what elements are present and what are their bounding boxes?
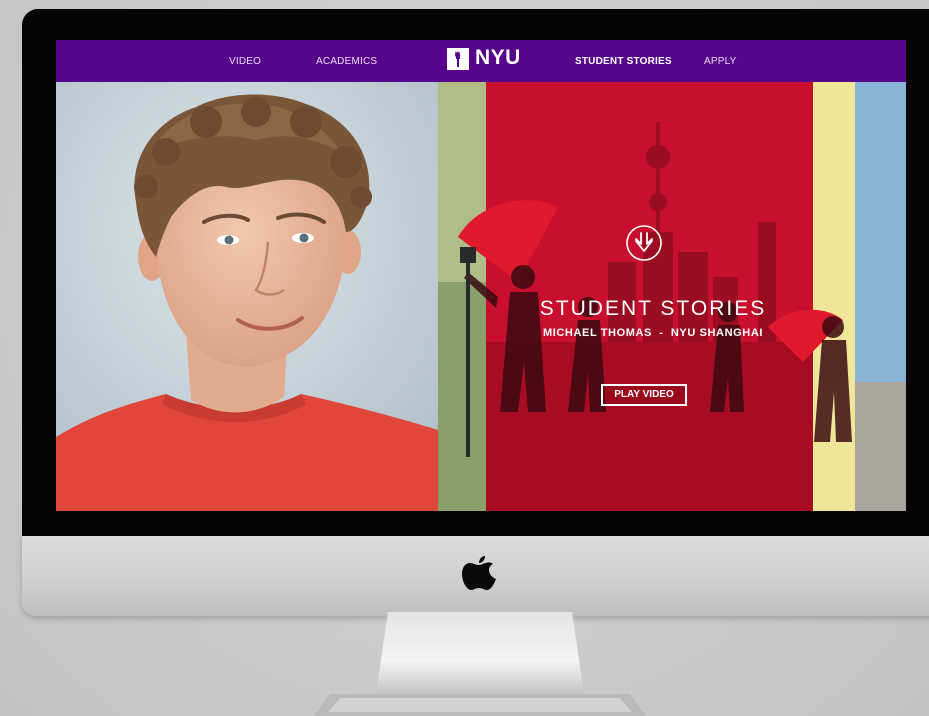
torch-icon [447, 48, 469, 70]
play-video-button[interactable]: PLAY VIDEO [601, 384, 687, 406]
down-arrow-circle-icon[interactable] [625, 224, 663, 262]
website-screen: VIDEO ACADEMICS NYU STUDENT STORIES APPL… [56, 40, 906, 511]
nav-link-apply[interactable]: APPLY [704, 40, 737, 82]
story-overlay: STUDENT STORIES MICHAEL THOMAS - NYU SHA… [438, 82, 906, 511]
nav-link-student-stories[interactable]: STUDENT STORIES [575, 40, 672, 82]
mockup-scene: VIDEO ACADEMICS NYU STUDENT STORIES APPL… [0, 0, 929, 716]
top-nav: VIDEO ACADEMICS NYU STUDENT STORIES APPL… [56, 40, 906, 82]
section-title: STUDENT STORIES [539, 297, 767, 320]
logo-wordmark: NYU [475, 46, 521, 69]
story-video-panel: STUDENT STORIES MICHAEL THOMAS - NYU SHA… [438, 82, 906, 511]
story-subtitle: MICHAEL THOMAS - NYU SHANGHAI [542, 327, 764, 339]
nav-link-academics[interactable]: ACADEMICS [316, 40, 377, 82]
nav-link-video[interactable]: VIDEO [229, 40, 261, 82]
apple-logo-icon [461, 553, 497, 593]
monitor-stand [0, 612, 929, 716]
hero-area: STUDENT STORIES MICHAEL THOMAS - NYU SHA… [56, 82, 906, 511]
student-portrait [56, 82, 438, 511]
